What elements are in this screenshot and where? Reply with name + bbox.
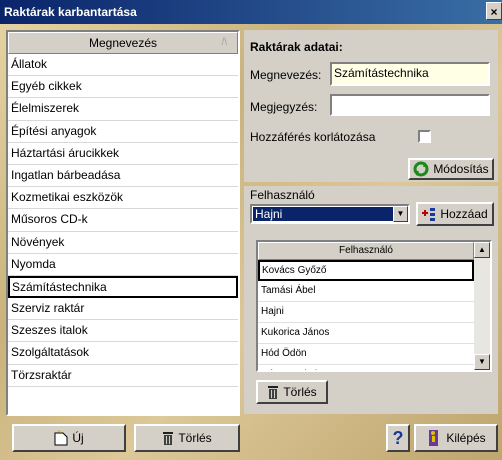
table-row[interactable]: Hajni (258, 302, 474, 323)
table-row[interactable]: Kovács Győző (258, 260, 474, 281)
list-item[interactable]: Szeszes italok (8, 320, 238, 343)
list-item[interactable]: Műsoros CD-k (8, 209, 238, 232)
scroll-up-icon[interactable]: ▲ (474, 242, 490, 258)
list-item[interactable]: Építési anyagok (8, 121, 238, 143)
scroll-down-icon[interactable]: ▼ (474, 354, 490, 370)
refresh-icon (413, 161, 429, 177)
title-bar: Raktárak karbantartása × (0, 0, 502, 24)
users-panel: Felhasználó Hajni ▼ Hozzáad Felhasználó … (244, 186, 498, 414)
list-item[interactable]: Háztartási árucikkek (8, 143, 238, 165)
sort-ascending-icon: /\ (221, 37, 227, 48)
warehouse-list[interactable]: Megnevezés /\ Állatok Egyéb cikkek Élelmis… (6, 30, 240, 416)
modify-button[interactable]: Módosítás (408, 158, 494, 180)
new-button[interactable]: Új (12, 424, 126, 452)
grid-header-user[interactable]: Felhasználó (258, 242, 474, 260)
exit-door-icon (429, 430, 439, 446)
user-group-label: Felhasználó (250, 188, 315, 202)
list-item[interactable]: Szerviz raktár (8, 298, 238, 321)
bottom-toolbar: Új Törlés ? Kilépés (0, 420, 502, 460)
list-item[interactable]: Ingatlan bárbeadása (8, 165, 238, 188)
delete-button-label: Törlés (178, 431, 212, 445)
delete-button[interactable]: Törlés (134, 424, 240, 452)
vertical-scrollbar[interactable]: ▲ ▼ (474, 242, 490, 370)
table-row[interactable]: Tamási Ábel (258, 281, 474, 302)
add-user-icon (422, 208, 436, 221)
note-input[interactable] (330, 94, 490, 116)
name-input[interactable]: Számítástechnika (330, 62, 490, 86)
list-item[interactable]: Számítástechnika (8, 275, 238, 299)
list-item[interactable]: Egyéb cikkek (8, 76, 238, 99)
window-title: Raktárak karbantartása (4, 5, 137, 19)
name-label: Megnevezés: (250, 68, 322, 82)
list-item[interactable]: Nyomda (8, 254, 238, 276)
user-select-value: Hajni (253, 207, 393, 221)
list-item[interactable]: Állatok (8, 54, 238, 77)
list-header-label: Megnevezés (88, 36, 158, 50)
table-row[interactable]: Három Jakab (258, 365, 474, 370)
restrict-access-label: Hozzáférés korlátozása (250, 130, 376, 144)
note-label: Megjegyzés: (250, 100, 318, 114)
list-item[interactable]: Növények (8, 232, 238, 254)
exit-button[interactable]: Kilépés (414, 424, 498, 452)
add-user-button-label: Hozzáad (440, 207, 488, 221)
trash-icon (163, 432, 174, 445)
list-item[interactable]: Élelmiszerek (8, 98, 238, 121)
main-window: Raktárak karbantartása × Megnevezés /\ Á… (0, 0, 502, 460)
table-row[interactable]: Hód Ödön (258, 344, 474, 365)
chevron-down-icon[interactable]: ▼ (393, 206, 408, 222)
list-item[interactable]: Kozmetikai eszközök (8, 187, 238, 210)
table-row[interactable]: Kukorica János (258, 323, 474, 344)
new-document-icon (54, 430, 68, 446)
remove-user-button-label: Törlés (283, 385, 317, 399)
user-grid[interactable]: Felhasználó Kovács Győző Tamási Ábel Hajni… (256, 240, 492, 372)
add-user-button[interactable]: Hozzáad (416, 202, 494, 226)
list-header-name[interactable]: Megnevezés /\ (8, 32, 238, 54)
list-item[interactable]: Törzsraktár (8, 365, 238, 387)
details-panel: Raktárak adatai: Megnevezés: Számítástec… (244, 30, 498, 182)
close-icon[interactable]: × (486, 2, 502, 20)
list-item[interactable]: Szolgáltatások (8, 342, 238, 365)
user-select[interactable]: Hajni ▼ (250, 204, 410, 224)
details-title: Raktárak adatai: (250, 40, 343, 54)
trash-icon (268, 386, 279, 399)
list-items: Állatok Egyéb cikkek Élelmiszerek Építési a… (8, 54, 238, 387)
modify-button-label: Módosítás (433, 162, 489, 176)
restrict-access-checkbox[interactable] (418, 130, 431, 143)
exit-button-label: Kilépés (446, 431, 486, 445)
new-button-label: Új (72, 431, 84, 445)
help-icon[interactable]: ? (386, 424, 410, 452)
remove-user-button[interactable]: Törlés (256, 380, 328, 404)
